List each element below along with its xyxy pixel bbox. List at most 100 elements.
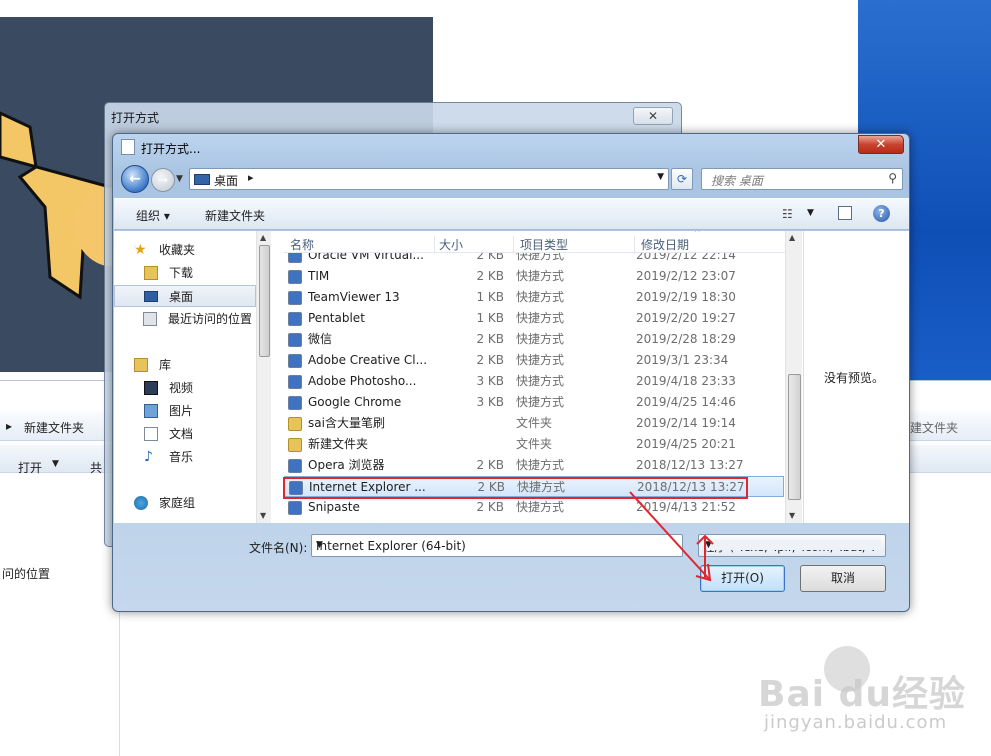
breadcrumb-separator-icon[interactable]: ▸ xyxy=(248,171,254,184)
nav-item-label: 桌面 xyxy=(169,290,194,304)
watermark-url: jingyan.baidu.com xyxy=(764,712,948,733)
background-search-text: 建文件夹 xyxy=(910,421,959,435)
scroll-down-icon[interactable]: ▼ xyxy=(789,511,795,520)
refresh-icon: ⟳ xyxy=(676,172,688,186)
file-date: 2019/4/25 14:46 xyxy=(636,395,736,409)
nav-item-favorites[interactable]: ★ 收藏夹 xyxy=(114,239,256,261)
chevron-down-icon[interactable]: ▼ xyxy=(807,208,814,218)
file-row[interactable]: Google Chrome 3 KB 快捷方式 2019/4/25 14:46 xyxy=(284,392,784,413)
filename-label: 文件名(N): xyxy=(249,541,308,555)
file-date: 2019/4/25 20:21 xyxy=(636,437,736,451)
nav-item-music[interactable]: ♪ 音乐 xyxy=(114,446,256,468)
nav-item-homegroup[interactable]: 家庭组 xyxy=(114,492,256,514)
shortcut-icon xyxy=(288,501,302,515)
nav-item-desktop[interactable]: 桌面 xyxy=(114,285,256,307)
file-date: 2019/2/19 18:30 xyxy=(636,290,736,304)
file-size: 3 KB xyxy=(476,374,504,388)
help-icon[interactable]: ? xyxy=(873,205,890,222)
nav-item-pictures[interactable]: 图片 xyxy=(114,400,256,422)
file-row[interactable]: Adobe Creative Cl... 2 KB 快捷方式 2019/3/1 23:… xyxy=(284,350,784,371)
column-headers: 名称 大小 项目类型 修改日期 ^ xyxy=(284,231,802,254)
library-icon xyxy=(134,358,148,372)
nav-item-documents[interactable]: 文档 xyxy=(114,423,256,445)
file-size: 1 KB xyxy=(476,311,504,325)
address-bar[interactable]: 桌面 ▸ ▼ xyxy=(189,168,669,190)
file-date: 2019/3/1 23:34 xyxy=(636,353,729,367)
column-header-name[interactable]: 名称 xyxy=(290,236,435,254)
nav-item-label: 最近访问的位置 xyxy=(168,312,253,326)
arrow-right-icon: → xyxy=(157,173,169,187)
dialog-title: 打开方式... xyxy=(141,142,201,156)
scroll-up-icon[interactable]: ▲ xyxy=(260,233,266,242)
file-row[interactable]: sai含大量笔刷 文件夹 2019/2/14 19:14 xyxy=(284,413,784,434)
column-header-type[interactable]: 项目类型 xyxy=(520,236,635,254)
nav-item-recent-places[interactable]: 最近访问的位置 xyxy=(114,308,256,330)
background-recent-places[interactable]: 问的位置 xyxy=(2,565,50,582)
nav-item-label: 收藏夹 xyxy=(159,243,196,257)
scrollbar-thumb[interactable] xyxy=(259,245,270,357)
file-row[interactable]: 微信 2 KB 快捷方式 2019/2/28 18:29 xyxy=(284,329,784,350)
file-type: 快捷方式 xyxy=(516,353,565,367)
annotation-arrow-icon xyxy=(629,491,714,582)
refresh-button[interactable]: ⟳ xyxy=(671,168,693,190)
scroll-up-icon[interactable]: ▲ xyxy=(789,233,795,242)
nav-item-label: 下载 xyxy=(169,266,194,280)
file-row[interactable]: 新建文件夹 文件夹 2019/4/25 20:21 xyxy=(284,434,784,455)
file-size: 2 KB xyxy=(476,500,504,514)
open-with-file-dialog: 打开方式... ✕ ← → ▼ 桌面 ▸ ▼ ⟳ 搜索 桌面 ⚲ 组织 ▾ 新建… xyxy=(112,133,910,612)
no-preview-text: 没有预览。 xyxy=(824,371,885,385)
file-name: 新建文件夹 xyxy=(308,437,369,451)
back-button[interactable]: ← xyxy=(121,165,149,193)
nav-item-downloads[interactable]: 下载 xyxy=(114,262,256,284)
shortcut-icon xyxy=(288,396,302,410)
arrow-left-icon: ← xyxy=(129,171,141,187)
nav-item-videos[interactable]: 视频 xyxy=(114,377,256,399)
folder-icon xyxy=(288,417,302,431)
view-options-icon[interactable]: ☷ xyxy=(782,207,793,221)
column-header-size[interactable]: 大小 xyxy=(439,236,514,254)
recent-places-icon xyxy=(143,312,157,326)
file-row[interactable]: Pentablet 1 KB 快捷方式 2019/2/20 19:27 xyxy=(284,308,784,329)
organize-button[interactable]: 组织 ▾ xyxy=(136,207,170,224)
nav-item-label: 图片 xyxy=(169,404,194,418)
file-type: 快捷方式 xyxy=(516,374,565,388)
navigation-pane: ★ 收藏夹 下载 桌面 最近访问的位置 库 视频 图片 文档 ♪ 音乐 家庭组 … xyxy=(114,231,271,523)
file-row[interactable]: TIM 2 KB 快捷方式 2019/2/12 23:07 xyxy=(284,266,784,287)
history-dropdown-button[interactable]: ▼ xyxy=(176,174,183,184)
nav-item-label: 库 xyxy=(159,358,172,372)
file-size: 1 KB xyxy=(476,290,504,304)
search-icon[interactable]: ⚲ xyxy=(888,171,897,185)
file-size: 2 KB xyxy=(476,332,504,346)
address-location[interactable]: 桌面 xyxy=(214,172,238,189)
file-row[interactable]: TeamViewer 13 1 KB 快捷方式 2019/2/19 18:30 xyxy=(284,287,784,308)
shortcut-icon xyxy=(288,375,302,389)
command-toolbar: 组织 ▾ 新建文件夹 ☷ ▼ ? xyxy=(114,198,909,230)
file-type: 快捷方式 xyxy=(516,500,565,514)
new-folder-button[interactable]: 新建文件夹 xyxy=(205,207,265,224)
picture-icon xyxy=(144,404,158,418)
file-type: 文件夹 xyxy=(516,437,553,451)
back-dialog-close-button[interactable]: ✕ xyxy=(633,107,673,125)
background-nav-pane: 问的位置 xyxy=(0,473,120,756)
nav-scrollbar[interactable]: ▲ ▼ xyxy=(256,231,271,523)
nav-item-libraries[interactable]: 库 xyxy=(114,354,256,376)
forward-button[interactable]: → xyxy=(151,168,175,192)
close-button[interactable]: ✕ xyxy=(858,135,904,154)
preview-pane-button[interactable] xyxy=(838,206,852,220)
star-icon: ★ xyxy=(134,242,147,258)
file-size: 3 KB xyxy=(476,395,504,409)
search-input[interactable]: 搜索 桌面 ⚲ xyxy=(701,168,903,190)
desktop-icon xyxy=(144,291,158,302)
file-list-scrollbar[interactable]: ▲ ▼ xyxy=(785,231,802,523)
column-header-date[interactable]: 修改日期 xyxy=(641,236,781,254)
nav-item-label: 音乐 xyxy=(169,450,194,464)
background-breadcrumb-arrow: ▸ xyxy=(6,419,13,433)
file-row[interactable]: Adobe Photosho... 3 KB 快捷方式 2019/4/18 23:33 xyxy=(284,371,784,392)
cancel-button[interactable]: 取消 xyxy=(800,565,886,592)
address-dropdown-icon[interactable]: ▼ xyxy=(657,172,664,182)
scroll-down-icon[interactable]: ▼ xyxy=(260,511,266,520)
file-type: 快捷方式 xyxy=(516,290,565,304)
nav-item-label: 家庭组 xyxy=(159,496,196,510)
scrollbar-thumb[interactable] xyxy=(788,374,801,500)
file-type: 快捷方式 xyxy=(516,395,565,409)
